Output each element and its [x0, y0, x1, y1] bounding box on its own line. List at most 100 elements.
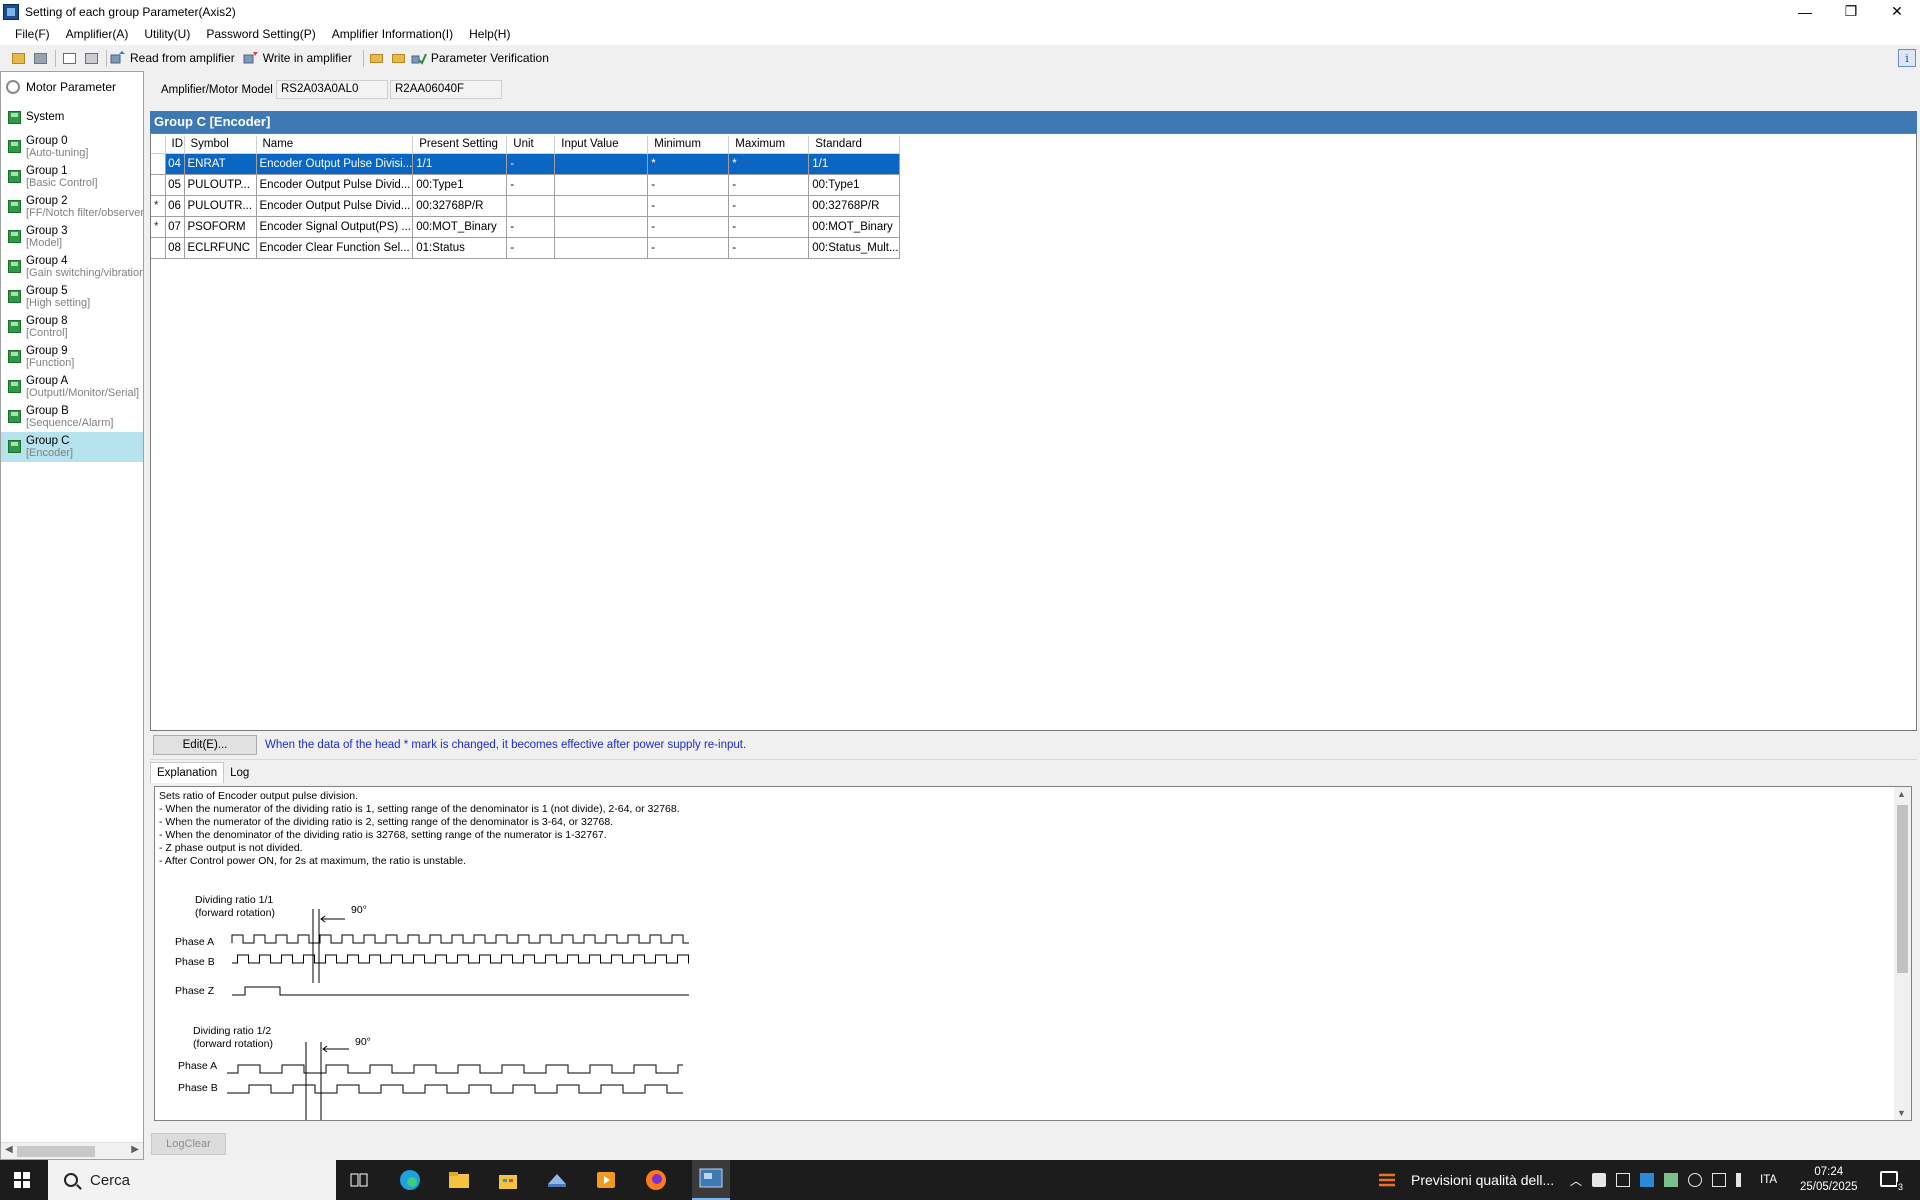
file-explorer-icon[interactable]: [447, 1168, 471, 1192]
read-from-amplifier-button[interactable]: Read from amplifier: [110, 51, 235, 65]
column-header[interactable]: Present Setting: [412, 136, 508, 154]
tree-item-group-a[interactable]: Group A [OutputI/Monitor/Serial]: [1, 372, 143, 402]
cell-input[interactable]: [554, 216, 649, 238]
restore-button[interactable]: ❐: [1828, 0, 1874, 23]
scrollbar-thumb[interactable]: [17, 1146, 95, 1157]
column-header[interactable]: Symbol: [184, 136, 257, 154]
minimize-button[interactable]: —: [1782, 0, 1828, 23]
splitter[interactable]: [150, 759, 1917, 762]
table-row[interactable]: * 07 PSOFORM Encoder Signal Output(PS) ... 0…: [151, 216, 900, 238]
explanation-vertical-scrollbar[interactable]: ▲ ▼: [1894, 787, 1911, 1120]
column-header[interactable]: Input Value: [554, 136, 649, 154]
tray-app-icon[interactable]: [1640, 1173, 1655, 1187]
scrollbar-thumb[interactable]: [1897, 805, 1908, 973]
table-row[interactable]: 08 ECLRFUNC Encoder Clear Function Sel... 0…: [151, 237, 900, 259]
scroll-up-arrow-icon[interactable]: ▲: [1897, 789, 1906, 799]
open-folder-icon[interactable]: [8, 48, 28, 68]
table-row[interactable]: 04 ENRAT Encoder Output Pulse Divisi... 1/1…: [151, 153, 900, 175]
menu-utility[interactable]: Utility(U): [136, 27, 198, 41]
firefox-icon[interactable]: [644, 1168, 668, 1192]
tray-app-icon[interactable]: [1664, 1173, 1679, 1187]
tree-item-group-5[interactable]: Group 5 [High setting]: [1, 282, 143, 312]
weather-widget[interactable]: Previsioni qualità dell...: [1377, 1160, 1554, 1200]
column-header[interactable]: Standard: [808, 136, 900, 154]
column-header[interactable]: Name: [256, 136, 414, 154]
tree-item-group-1[interactable]: Group 1 [Basic Control]: [1, 162, 143, 192]
cell-min: -: [647, 195, 730, 217]
media-app-icon[interactable]: [594, 1168, 618, 1192]
write-in-amplifier-button[interactable]: Write in amplifier: [243, 51, 352, 65]
tree-item-group-8[interactable]: Group 8 [Control]: [1, 312, 143, 342]
app-shortcut-icon[interactable]: [545, 1168, 569, 1192]
tree-root-motor-parameter[interactable]: Motor Parameter: [1, 72, 143, 102]
table-row[interactable]: * 06 PULOUTR... Encoder Output Pulse Divid.…: [151, 195, 900, 217]
tree-item-system[interactable]: System: [1, 102, 143, 132]
taskbar-search[interactable]: Cerca: [48, 1160, 336, 1200]
tab-log[interactable]: Log: [224, 763, 255, 783]
microsoft-store-icon[interactable]: [496, 1168, 520, 1192]
ratio1-phase-z-label: Phase Z: [175, 985, 215, 997]
menu-password-setting[interactable]: Password Setting(P): [198, 27, 323, 41]
import-icon[interactable]: [367, 48, 387, 68]
tree-item-group-3[interactable]: Group 3 [Model]: [1, 222, 143, 252]
chevron-up-icon[interactable]: ︿: [1570, 1172, 1582, 1189]
tree-item-group-b[interactable]: Group B [Sequence/Alarm]: [1, 402, 143, 432]
menu-file[interactable]: File(F): [7, 27, 58, 41]
windows-start-icon[interactable]: [14, 1172, 30, 1188]
cell-input[interactable]: [554, 195, 649, 217]
tray-app-icon[interactable]: [1688, 1173, 1703, 1187]
column-header[interactable]: Minimum: [647, 136, 730, 154]
cell-id: 08: [165, 237, 185, 259]
cell-unit: -: [506, 174, 556, 196]
close-button[interactable]: ✕: [1874, 0, 1920, 23]
tray-app-icon[interactable]: [1616, 1173, 1631, 1187]
parameter-group-icon: [8, 320, 21, 333]
edit-button[interactable]: Edit(E)...: [153, 735, 257, 755]
tree-item-group-9[interactable]: Group 9 [Function]: [1, 342, 143, 372]
scroll-left-arrow-icon[interactable]: ◀: [5, 1144, 13, 1155]
cell-min: -: [647, 216, 730, 238]
network-icon[interactable]: [1712, 1173, 1727, 1187]
column-header[interactable]: Unit: [506, 136, 556, 154]
cell-input[interactable]: [554, 153, 649, 175]
tab-explanation[interactable]: Explanation: [150, 762, 225, 783]
parameter-verification-button[interactable]: Parameter Verification: [411, 51, 549, 65]
column-header[interactable]: [151, 136, 166, 154]
export-icon[interactable]: [389, 48, 409, 68]
bottom-tabs: Explanation Log: [150, 762, 255, 784]
print-preview-icon[interactable]: [59, 48, 79, 68]
taskbar-clock[interactable]: 07:24 25/05/2025: [1800, 1165, 1858, 1195]
defender-icon[interactable]: [1592, 1173, 1607, 1187]
tree-item-name: Group 1: [26, 165, 68, 177]
menu-help[interactable]: Help(H): [461, 27, 518, 41]
cell-symbol: PULOUTR...: [184, 195, 257, 217]
edge-browser-icon[interactable]: [398, 1168, 422, 1192]
cell-input[interactable]: [554, 174, 649, 196]
log-clear-button[interactable]: LogClear: [151, 1133, 226, 1155]
language-indicator[interactable]: ITA: [1760, 1174, 1777, 1186]
cell-input[interactable]: [554, 237, 649, 259]
save-icon[interactable]: [30, 48, 50, 68]
sidebar-horizontal-scrollbar[interactable]: ◀ ▶: [1, 1142, 143, 1159]
tree-item-group-c[interactable]: Group C [Encoder]: [1, 432, 143, 462]
tree-item-name: Group 8: [26, 315, 68, 327]
servo-software-taskbar-icon[interactable]: [692, 1160, 730, 1200]
print-icon[interactable]: [81, 48, 101, 68]
menu-amplifier-information[interactable]: Amplifier Information(I): [324, 27, 461, 41]
column-header[interactable]: Maximum: [728, 136, 810, 154]
tree-item-group-4[interactable]: Group 4 [Gain switching/vibration: [1, 252, 143, 282]
parameter-group-icon: [8, 380, 21, 393]
task-view-icon[interactable]: [347, 1168, 371, 1192]
volume-icon[interactable]: [1736, 1173, 1746, 1187]
scroll-down-arrow-icon[interactable]: ▼: [1897, 1108, 1906, 1118]
cell-id: 06: [165, 195, 185, 217]
scroll-right-arrow-icon[interactable]: ▶: [131, 1144, 139, 1155]
menu-amplifier[interactable]: Amplifier(A): [58, 27, 137, 41]
info-icon[interactable]: i: [1898, 49, 1916, 67]
cell-unit: -: [506, 237, 556, 259]
column-header[interactable]: ID: [165, 136, 185, 154]
tree-item-group-2[interactable]: Group 2 [FF/Notch filter/observer]: [1, 192, 143, 222]
table-row[interactable]: 05 PULOUTP... Encoder Output Pulse Divid..…: [151, 174, 900, 196]
notification-icon[interactable]: 3: [1880, 1171, 1904, 1192]
tree-item-group-0[interactable]: Group 0 [Auto-tuning]: [1, 132, 143, 162]
